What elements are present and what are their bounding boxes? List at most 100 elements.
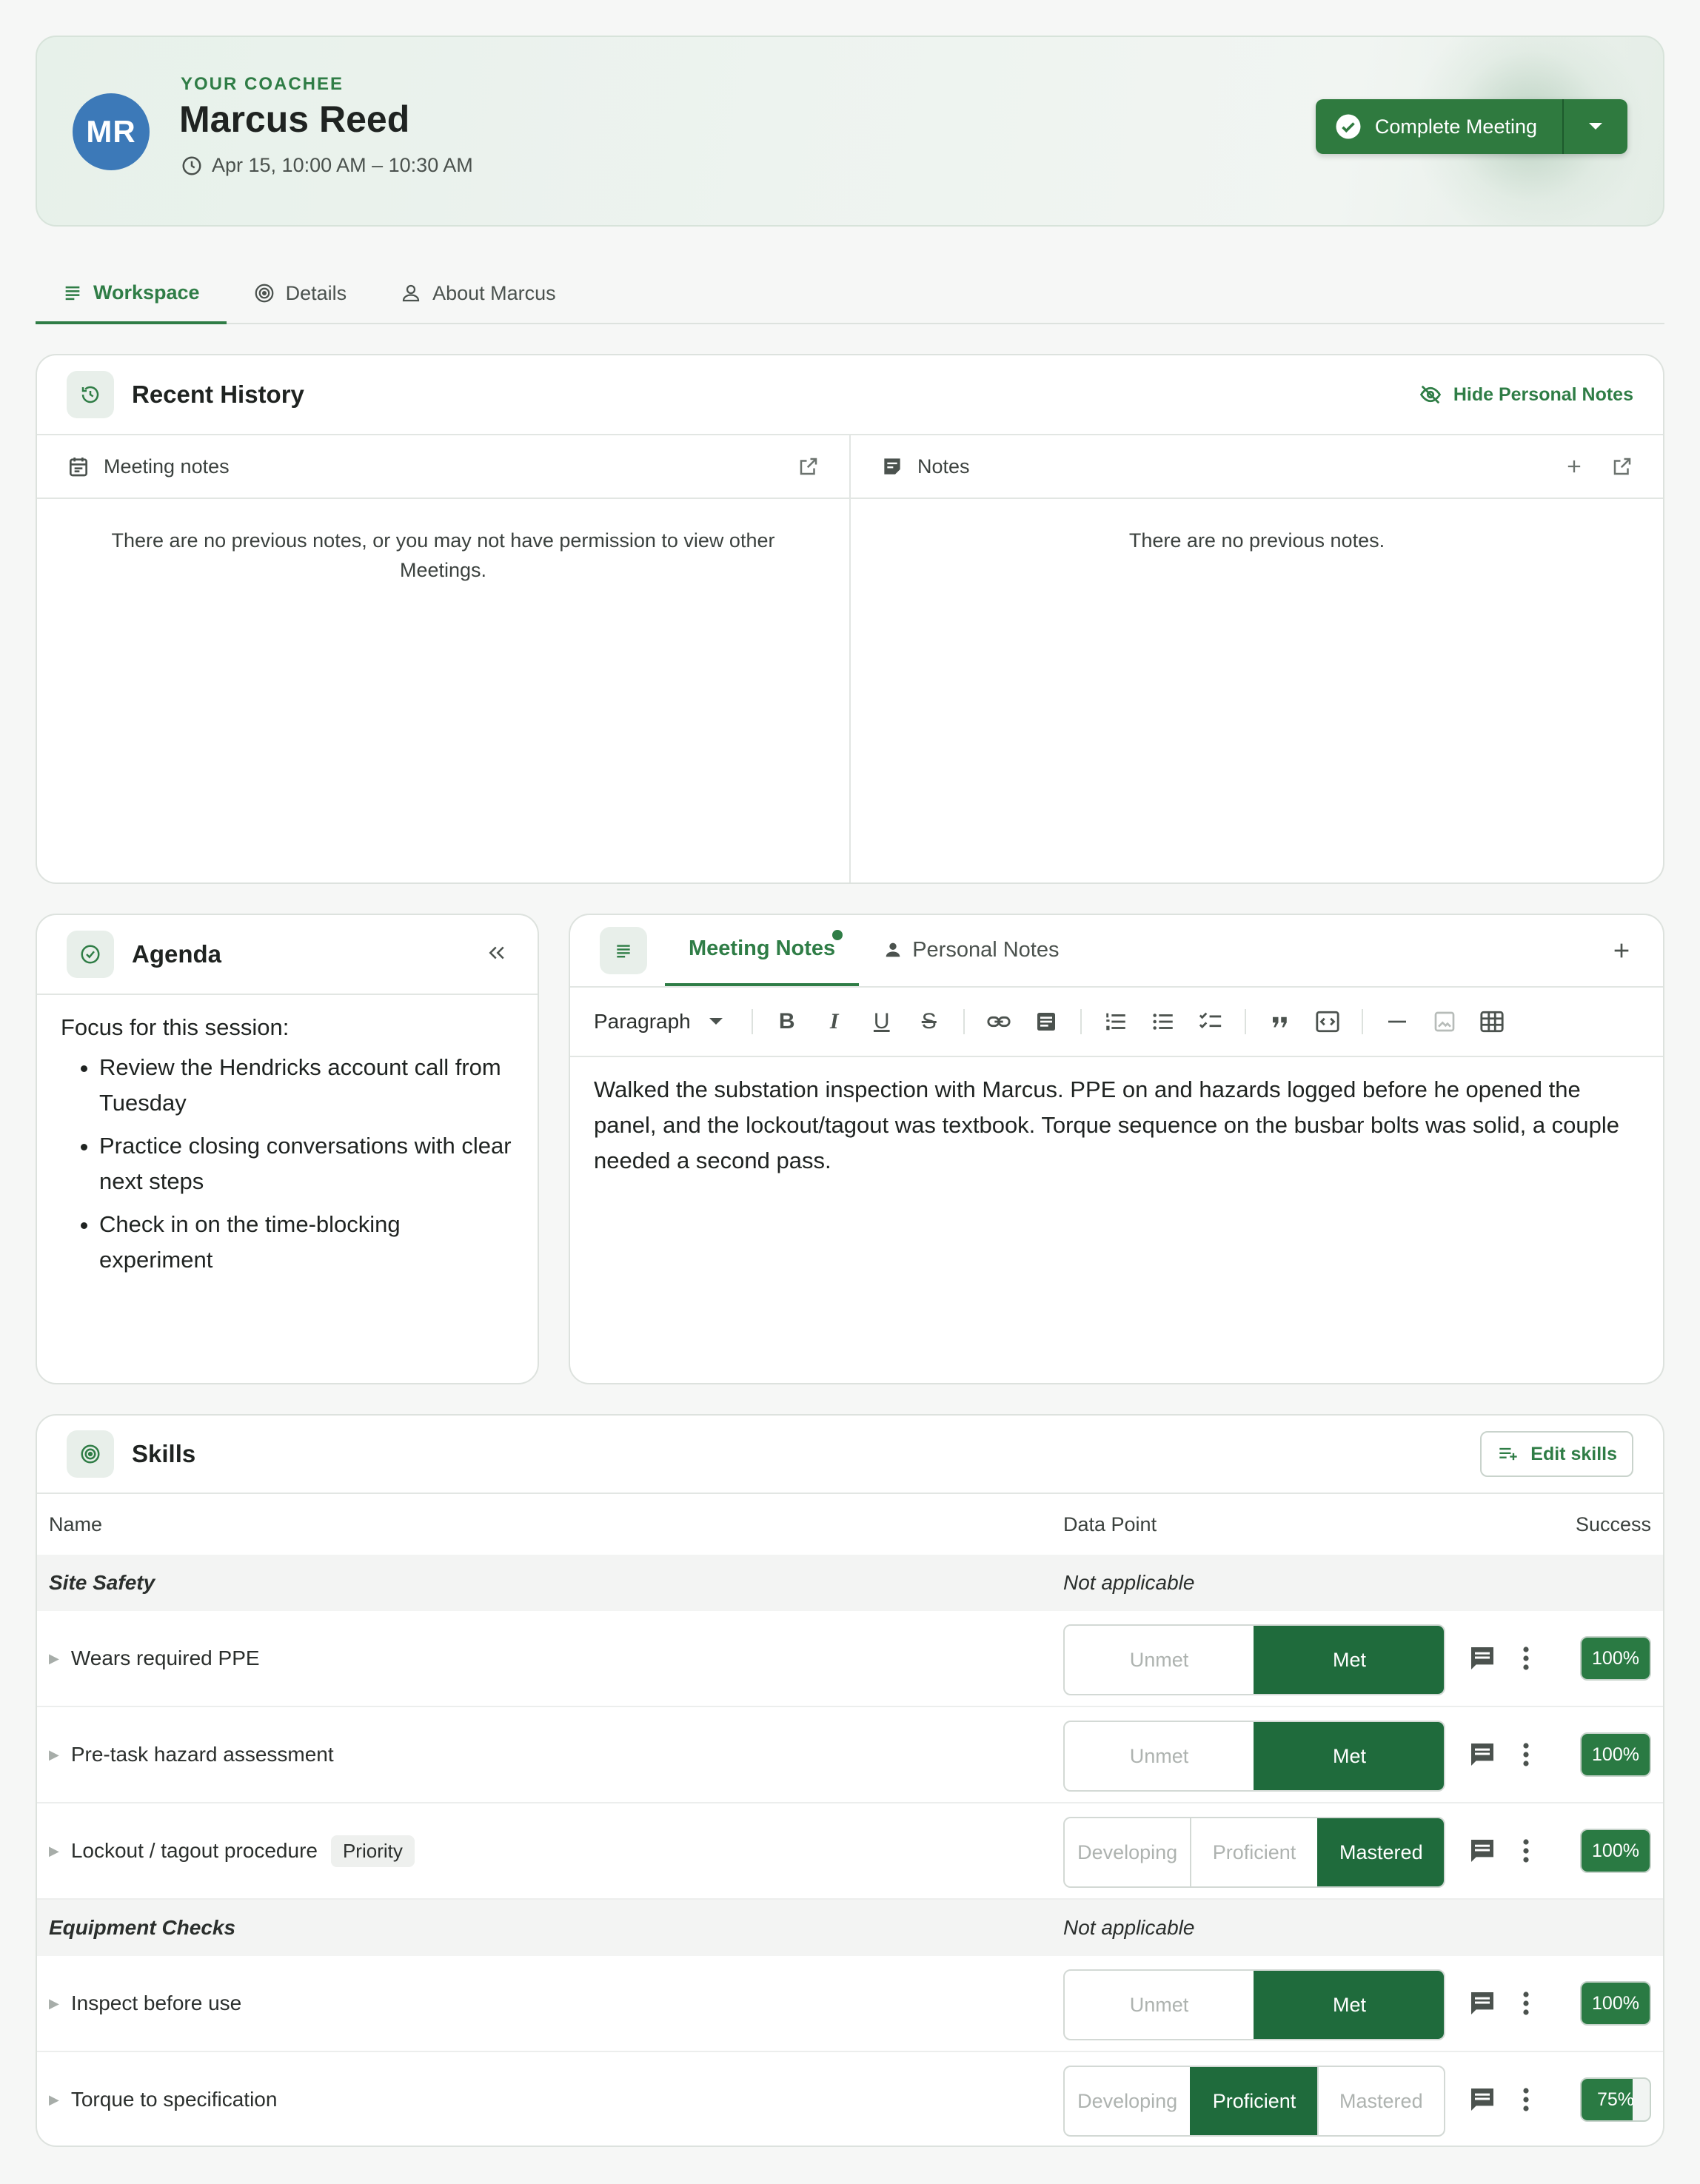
italic-button[interactable]: I [817,1004,852,1039]
comment-icon[interactable] [1466,1644,1499,1673]
collapse-agenda-button[interactable] [486,942,508,968]
code-block-button[interactable] [1310,1004,1345,1039]
underline-glyph: U [873,1009,890,1034]
success-value: 100% [1592,1840,1639,1861]
success-value: 100% [1592,1647,1639,1669]
agenda-card: Agenda Focus for this session: Review th… [36,914,539,1384]
agenda-body[interactable]: Focus for this session: Review the Hendr… [37,995,538,1304]
meeting-time: Apr 15, 10:00 AM – 10:30 AM [181,154,473,177]
rating-option-mastered[interactable]: Mastered [1316,2067,1444,2135]
skill-section-name: Site Safety [49,1571,155,1594]
bold-button[interactable]: B [769,1004,805,1039]
editor-tabs: Meeting Notes Personal Notes [570,915,1663,988]
coachee-name: Marcus Reed [179,98,410,140]
person-icon [402,284,420,302]
rating-option-developing[interactable]: Developing [1065,1818,1190,1886]
link-button[interactable] [981,1004,1017,1039]
complete-meeting-dropdown[interactable] [1564,99,1627,154]
tab-personal-notes[interactable]: Personal Notes [859,915,1082,986]
hide-personal-notes-button[interactable]: Hide Personal Notes [1418,383,1633,406]
expand-triangle-icon[interactable]: ▶ [49,2092,59,2108]
add-icon[interactable] [1610,939,1633,962]
tab-workspace[interactable]: Workspace [36,264,227,324]
row-actions [1466,1989,1531,2018]
add-icon[interactable] [1564,455,1584,478]
rating-option-met[interactable]: Met [1254,1722,1444,1790]
notes-editor-card: Meeting Notes Personal Notes Paragraph B… [569,914,1664,1384]
agenda-item: Check in on the time-blocking experiment [99,1207,514,1278]
skill-section-row: Equipment Checks Not applicable [37,1900,1663,1956]
open-external-icon[interactable] [797,455,820,478]
notes-lines-icon [600,927,647,974]
strikethrough-button[interactable]: S [911,1004,947,1039]
expand-triangle-icon[interactable]: ▶ [49,1747,59,1763]
note-block-button[interactable] [1028,1004,1064,1039]
image-button[interactable] [1427,1004,1462,1039]
rating-segmented-control: Unmet Met [1063,1624,1445,1695]
double-chevron-left-icon [489,946,504,959]
paragraph-style-select[interactable]: Paragraph [594,1010,735,1034]
rating-option-met[interactable]: Met [1254,1971,1444,2039]
row-actions [1466,2085,1531,2114]
rating-option-met[interactable]: Met [1254,1626,1444,1694]
skill-name: Torque to specification [70,2088,278,2111]
row-actions [1466,1836,1531,1866]
more-vertical-icon[interactable] [1521,1645,1531,1672]
underline-button[interactable]: U [864,1004,900,1039]
rating-segmented-control: Unmet Met [1063,1969,1445,2040]
rating-option-proficient[interactable]: Proficient [1190,1818,1316,1886]
rating-option-mastered[interactable]: Mastered [1316,1818,1444,1886]
agenda-list: Review the Hendricks account call from T… [61,1050,514,1278]
recent-history-card: Recent History Hide Personal Notes Meeti… [36,354,1664,884]
horizontal-rule-button[interactable] [1379,1004,1415,1039]
image-icon [1434,1011,1455,1032]
skill-name: Lockout / tagout procedure [70,1839,318,1862]
ordered-list-button[interactable] [1098,1004,1134,1039]
comment-icon[interactable] [1466,1740,1499,1769]
table-icon [1480,1011,1504,1033]
column-name: Name [49,1513,103,1535]
comment-icon[interactable] [1466,1989,1499,2018]
comment-icon[interactable] [1466,2085,1499,2114]
history-icon [67,371,114,418]
edit-skills-button[interactable]: Edit skills [1480,1431,1633,1477]
row-actions [1466,1644,1531,1673]
quote-button[interactable] [1262,1004,1298,1039]
open-external-icon[interactable] [1611,455,1633,478]
toolbar-divider [1080,1009,1082,1034]
more-vertical-icon[interactable] [1521,2086,1531,2113]
more-vertical-icon[interactable] [1521,1838,1531,1864]
bullet-list-icon [1153,1014,1173,1030]
complete-meeting-button[interactable]: Complete Meeting [1315,99,1564,154]
checklist-button[interactable] [1193,1004,1228,1039]
toolbar-divider [1244,1009,1246,1034]
success-value: 75% [1596,2088,1635,2110]
rating-option-unmet[interactable]: Unmet [1065,1971,1254,2039]
tab-about[interactable]: About Marcus [373,264,583,323]
skill-row: ▶ Wears required PPE Unmet Met 100% [37,1611,1663,1707]
rating-option-unmet[interactable]: Unmet [1065,1722,1254,1790]
expand-triangle-icon[interactable]: ▶ [49,1996,59,2012]
toolbar-divider [963,1009,965,1034]
more-vertical-icon[interactable] [1521,1741,1531,1768]
more-vertical-icon[interactable] [1521,1990,1531,2017]
success-indicator: 75% [1580,2077,1651,2122]
tab-meeting-notes[interactable]: Meeting Notes [665,915,860,986]
quote-icon [1272,1016,1287,1028]
rating-option-proficient[interactable]: Proficient [1190,2067,1317,2135]
tab-label: Personal Notes [912,937,1060,962]
row-actions [1466,1740,1531,1769]
table-button[interactable] [1474,1004,1510,1039]
meeting-notes-text[interactable]: Walked the substation inspection with Ma… [570,1057,1663,1193]
expand-triangle-icon[interactable]: ▶ [49,1843,59,1859]
expand-triangle-icon[interactable]: ▶ [49,1651,59,1667]
rating-option-unmet[interactable]: Unmet [1065,1626,1254,1694]
rating-option-developing[interactable]: Developing [1065,2067,1190,2135]
editor-toolbar: Paragraph B I U S [570,988,1663,1057]
comment-icon[interactable] [1466,1836,1499,1866]
skill-row: ▶ Inspect before use Unmet Met 100% [37,1956,1663,2052]
note-block-icon [1037,1013,1055,1031]
bullet-list-button[interactable] [1145,1004,1181,1039]
tab-details[interactable]: Details [227,264,374,323]
success-indicator: 100% [1580,1829,1651,1873]
